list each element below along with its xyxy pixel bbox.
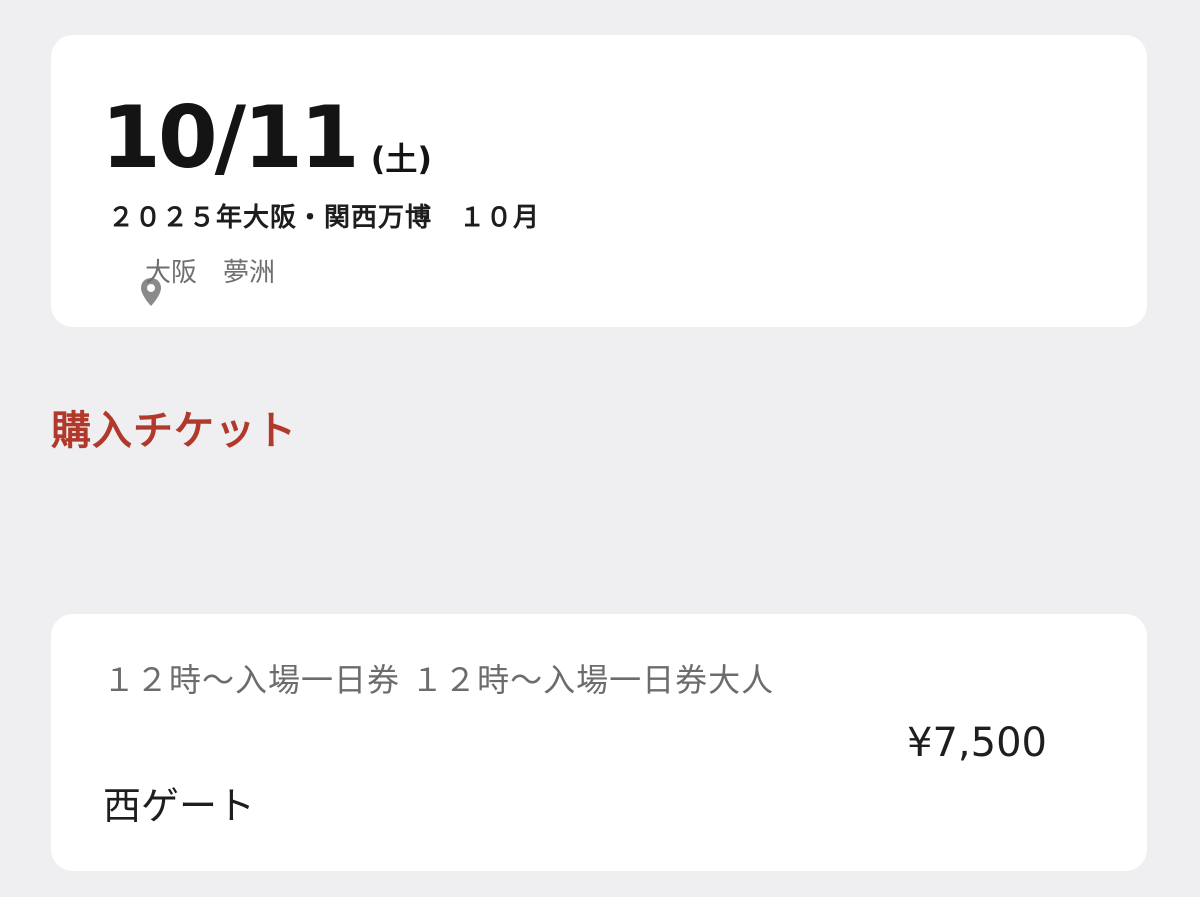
event-date: 10/11 xyxy=(101,88,360,188)
venue-name: 大阪 夢洲 xyxy=(145,258,276,288)
ticket-gate: 西ゲート xyxy=(103,784,256,828)
event-card: 10/11 (土) ２０２５年大阪・関西万博 １０月 大阪 夢洲 xyxy=(51,35,1147,327)
ticket-price: ¥7,500 xyxy=(907,720,1047,766)
event-weekday: (土) xyxy=(370,140,433,178)
event-date-row: 10/11 (土) xyxy=(101,95,432,181)
venue-row: 大阪 夢洲 xyxy=(109,257,276,306)
event-name: ２０２５年大阪・関西万博 １０月 xyxy=(108,203,541,233)
purchased-tickets-heading: 購入チケット xyxy=(51,408,297,454)
ticket-name: １２時～入場一日券 １２時～入場一日券大人 xyxy=(103,661,775,699)
location-pin-icon xyxy=(109,258,161,306)
ticket-card[interactable]: １２時～入場一日券 １２時～入場一日券大人 西ゲート ¥7,500 xyxy=(51,614,1147,871)
